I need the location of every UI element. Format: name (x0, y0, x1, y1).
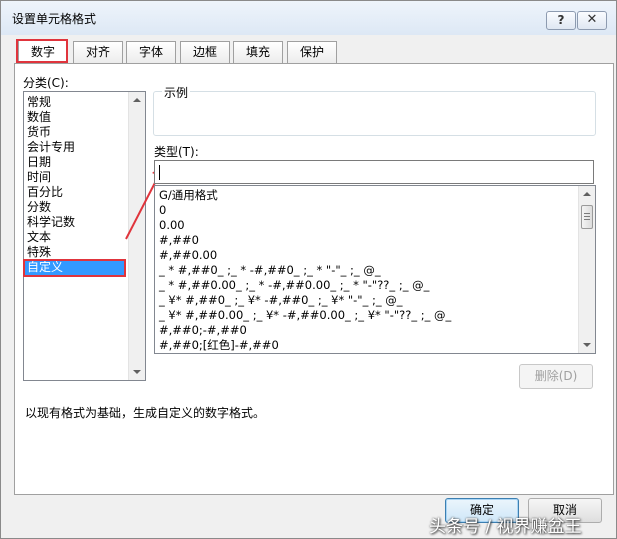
category-item[interactable]: 文本 (27, 230, 51, 245)
thumb-grip (584, 219, 590, 220)
scroll-up-icon[interactable] (133, 98, 141, 102)
close-button[interactable]: ✕ (577, 11, 607, 30)
format-item[interactable]: #,##0;-#,##0 (159, 323, 247, 338)
scroll-down-icon[interactable] (583, 343, 591, 347)
category-item[interactable]: 日期 (27, 155, 51, 170)
format-item[interactable]: G/通用格式 (159, 188, 218, 203)
category-item[interactable]: 百分比 (27, 185, 63, 200)
tab-highlight-box (16, 39, 68, 63)
format-item[interactable]: _ ¥* #,##0_ ;_ ¥* -#,##0_ ;_ ¥* "-"_ ;_ … (159, 293, 403, 308)
sample-group: 示例 (153, 84, 596, 136)
scroll-thumb[interactable] (581, 205, 593, 229)
category-item[interactable]: 科学记数 (27, 215, 75, 230)
category-item[interactable]: 会计专用 (27, 140, 75, 155)
format-scrollbar[interactable] (578, 186, 595, 353)
sample-label: 示例 (162, 84, 191, 101)
text-caret (159, 165, 160, 180)
category-item[interactable]: 货币 (27, 125, 51, 140)
category-label: 分类(C): (23, 76, 69, 90)
tab-alignment[interactable]: 对齐 (73, 41, 123, 63)
thumb-grip (584, 216, 590, 217)
delete-button[interactable]: 删除(D) (519, 364, 593, 389)
format-item[interactable]: 0 (159, 203, 166, 218)
dialog-title: 设置单元格格式 (12, 12, 97, 26)
scroll-up-icon[interactable] (583, 192, 591, 196)
format-list[interactable]: G/通用格式 0 0.00 #,##0 #,##0.00 _ * #,##0_ … (154, 185, 596, 354)
category-highlight-box (23, 259, 126, 277)
format-item[interactable]: #,##0.00 (159, 248, 217, 263)
category-item[interactable]: 时间 (27, 170, 51, 185)
category-item[interactable]: 分数 (27, 200, 51, 215)
format-item[interactable]: _ * #,##0.00_ ;_ * -#,##0.00_ ;_ * "-"??… (159, 278, 429, 293)
description-text: 以现有格式为基础，生成自定义的数字格式。 (25, 406, 266, 420)
tab-protection[interactable]: 保护 (287, 41, 337, 63)
format-cells-dialog: 设置单元格格式 ? ✕ 数字 对齐 字体 边框 填充 保护 分类(C): 常规 … (0, 0, 617, 539)
format-item[interactable]: 0.00 (159, 218, 185, 233)
tab-border[interactable]: 边框 (180, 41, 230, 63)
type-label: 类型(T): (154, 145, 199, 159)
watermark-text: 头条号 / 视界赚盆王 (429, 517, 582, 537)
type-input[interactable] (154, 160, 594, 184)
title-bar: 设置单元格格式 ? ✕ (1, 1, 616, 35)
category-item[interactable]: 数值 (27, 110, 51, 125)
format-item[interactable]: _ ¥* #,##0.00_ ;_ ¥* -#,##0.00_ ;_ ¥* "-… (159, 308, 451, 323)
category-item[interactable]: 常规 (27, 95, 51, 110)
category-item[interactable]: 特殊 (27, 245, 51, 260)
tab-fill[interactable]: 填充 (233, 41, 283, 63)
format-item[interactable]: _ * #,##0_ ;_ * -#,##0_ ;_ * "-"_ ;_ @_ (159, 263, 381, 278)
thumb-grip (584, 213, 590, 214)
tab-font[interactable]: 字体 (126, 41, 176, 63)
format-item[interactable]: #,##0;[红色]-#,##0 (159, 338, 279, 352)
help-button[interactable]: ? (546, 11, 576, 30)
format-item[interactable]: #,##0 (159, 233, 199, 248)
scroll-down-icon[interactable] (133, 370, 141, 374)
